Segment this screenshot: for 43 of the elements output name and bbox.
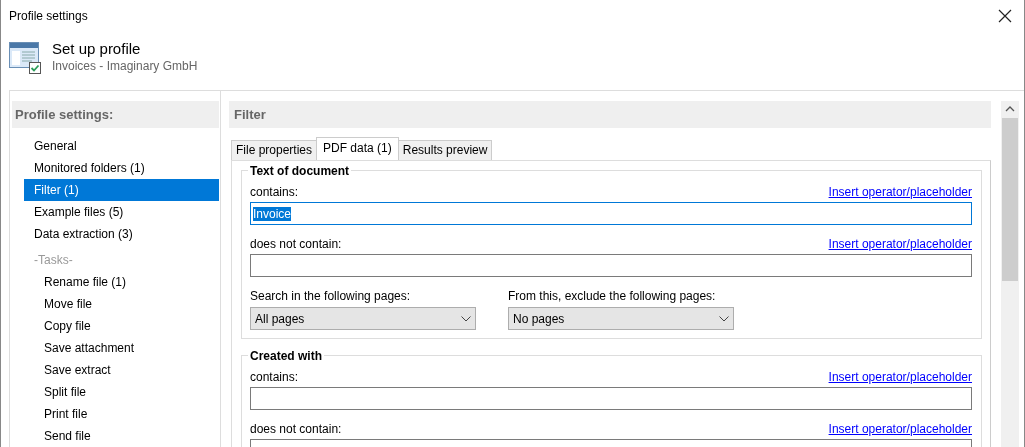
dropdown[interactable]: All pages [250, 307, 476, 330]
field-label: does not contain: [250, 422, 342, 436]
dropdown-label: From this, exclude the following pages: [508, 289, 717, 303]
insert-placeholder-link[interactable]: Insert operator/placeholder [828, 185, 972, 199]
insert-placeholder-link[interactable]: Insert operator/placeholder [828, 370, 972, 384]
sidebar-item[interactable]: Monitored folders (1) [24, 157, 219, 179]
sidebar-item[interactable]: Send file [24, 425, 219, 447]
panel-heading: Filter [229, 101, 991, 128]
sidebar-item[interactable]: General [24, 135, 219, 157]
window-title: Profile settings [9, 9, 88, 23]
sidebar-item[interactable]: Rename file (1) [24, 271, 219, 293]
sidebar-item[interactable]: Data extraction (3) [24, 223, 219, 245]
field-label: contains: [250, 370, 299, 384]
tab[interactable]: File properties [231, 140, 318, 160]
window-check-icon [9, 41, 42, 74]
sidebar-item[interactable]: Print file [24, 403, 219, 425]
chevron-down-icon [719, 315, 729, 322]
tasks-heading: -Tasks- [33, 252, 74, 269]
sidebar-item[interactable]: Split file [24, 381, 219, 403]
dropdown[interactable]: No pages [508, 307, 734, 330]
insert-placeholder-link[interactable]: Insert operator/placeholder [828, 422, 972, 436]
text-field[interactable]: Invoice [250, 202, 972, 225]
insert-placeholder-link[interactable]: Insert operator/placeholder [828, 237, 972, 251]
text-field[interactable] [250, 254, 972, 277]
field-label: contains: [250, 185, 299, 199]
tab[interactable]: Results preview [397, 140, 493, 160]
dropdown-label: Search in the following pages: [250, 289, 412, 303]
chevron-down-icon [461, 315, 471, 322]
group-title: Created with [248, 349, 324, 363]
text-field[interactable] [250, 387, 972, 410]
sidebar-item[interactable]: Example files (5) [24, 201, 219, 223]
sidebar-item[interactable]: Filter (1) [24, 179, 219, 201]
page-title: Set up profile [52, 40, 142, 57]
sidebar-heading: Profile settings: [12, 101, 219, 128]
sidebar-item[interactable]: Move file [24, 293, 219, 315]
sidebar-item[interactable]: Save attachment [24, 337, 219, 359]
group-title: Text of document [248, 164, 352, 178]
sidebar-item[interactable]: Copy file [24, 315, 219, 337]
page-subtitle: Invoices - Imaginary GmbH [52, 59, 198, 73]
close-icon[interactable] [998, 9, 1012, 23]
sidebar-item[interactable]: Save extract [24, 359, 219, 381]
field-label: does not contain: [250, 237, 342, 251]
scrollbar[interactable] [1001, 101, 1019, 447]
